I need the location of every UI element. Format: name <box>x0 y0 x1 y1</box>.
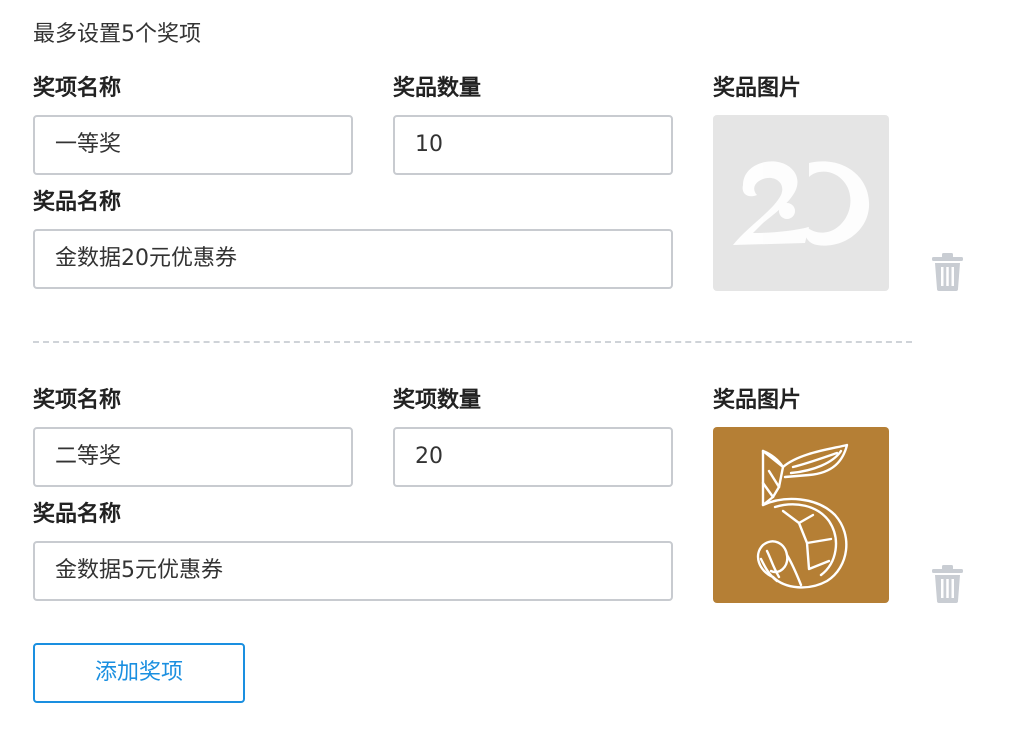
prize-image-label: 奖品图片 <box>713 388 802 413</box>
prize-image-label: 奖品图片 <box>713 76 802 101</box>
prize-item-label: 奖品名称 <box>33 190 122 215</box>
prize-item-label: 奖品名称 <box>33 502 122 527</box>
prize-name-input[interactable]: 一等奖 <box>33 115 353 175</box>
prize-name-label: 奖项名称 <box>33 388 122 413</box>
trash-icon[interactable] <box>931 565 964 603</box>
add-prize-button[interactable]: 添加奖项 <box>33 643 245 703</box>
prize-entry-2: 奖项名称 奖项数量 奖品图片 二等奖 20 奖品名称 金数据5元优惠券 <box>0 312 1019 612</box>
prize-entry-1: 奖项名称 奖品数量 奖品图片 一等奖 10 奖品名称 金数据20元优惠券 <box>0 0 1019 300</box>
prize-name-input[interactable]: 二等奖 <box>33 427 353 487</box>
prize-qty-input[interactable]: 20 <box>393 427 673 487</box>
prize-qty-label: 奖品数量 <box>393 76 482 101</box>
prize-item-input[interactable]: 金数据5元优惠券 <box>33 541 673 601</box>
prize-item-input[interactable]: 金数据20元优惠券 <box>33 229 673 289</box>
prize-name-label: 奖项名称 <box>33 76 122 101</box>
prize-qty-label: 奖项数量 <box>393 388 482 413</box>
number-5-image <box>756 443 849 589</box>
trash-icon[interactable] <box>931 253 964 291</box>
prize-image-upload[interactable] <box>713 115 889 291</box>
prize-qty-input[interactable]: 10 <box>393 115 673 175</box>
number-20-image <box>733 161 870 246</box>
prize-image-upload[interactable] <box>713 427 889 603</box>
